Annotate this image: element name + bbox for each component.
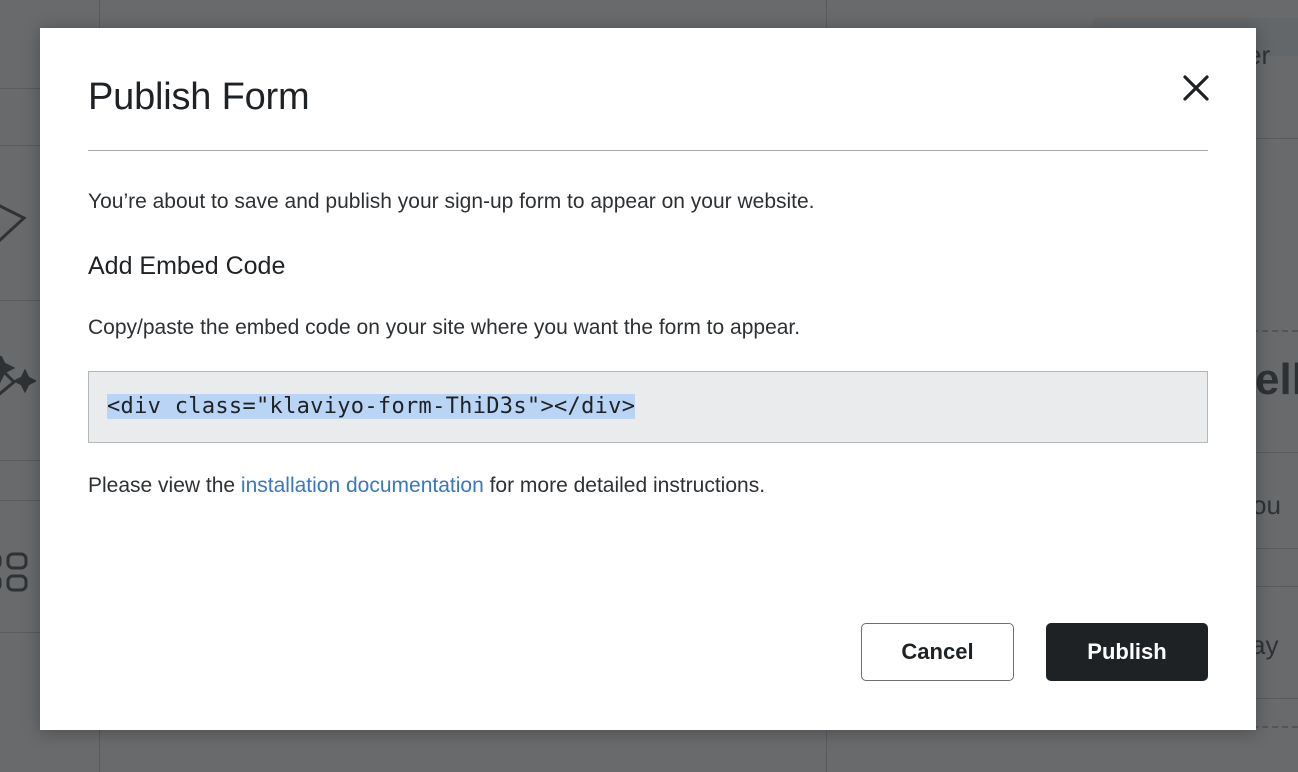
header-divider — [88, 150, 1208, 151]
publish-button[interactable]: Publish — [1046, 623, 1208, 681]
dialog-actions: Cancel Publish — [861, 623, 1208, 681]
dialog-header: Publish Form — [40, 28, 1256, 119]
footnote: Please view the installation documentati… — [88, 474, 1208, 498]
sub-text: Copy/paste the embed code on your site w… — [88, 316, 801, 340]
installation-documentation-link[interactable]: installation documentation — [241, 474, 484, 497]
section-heading: Add Embed Code — [88, 252, 286, 281]
lead-text: You’re about to save and publish your si… — [88, 190, 815, 213]
embed-code-box[interactable]: <div class="klaviyo-form-ThiD3s"></div> — [88, 370, 1208, 443]
cancel-button[interactable]: Cancel — [861, 623, 1014, 681]
footnote-suffix: for more detailed instructions. — [483, 473, 766, 497]
embed-code-text[interactable]: <div class="klaviyo-form-ThiD3s"></div> — [107, 394, 636, 420]
page-title: Publish Form — [88, 76, 310, 118]
publish-form-dialog: Publish Form You’re about to save and pu… — [40, 28, 1256, 730]
footnote-prefix: Please view the — [88, 473, 241, 497]
dialog-body: You’re about to save and publish your si… — [40, 188, 1256, 498]
close-icon[interactable] — [1174, 66, 1218, 110]
